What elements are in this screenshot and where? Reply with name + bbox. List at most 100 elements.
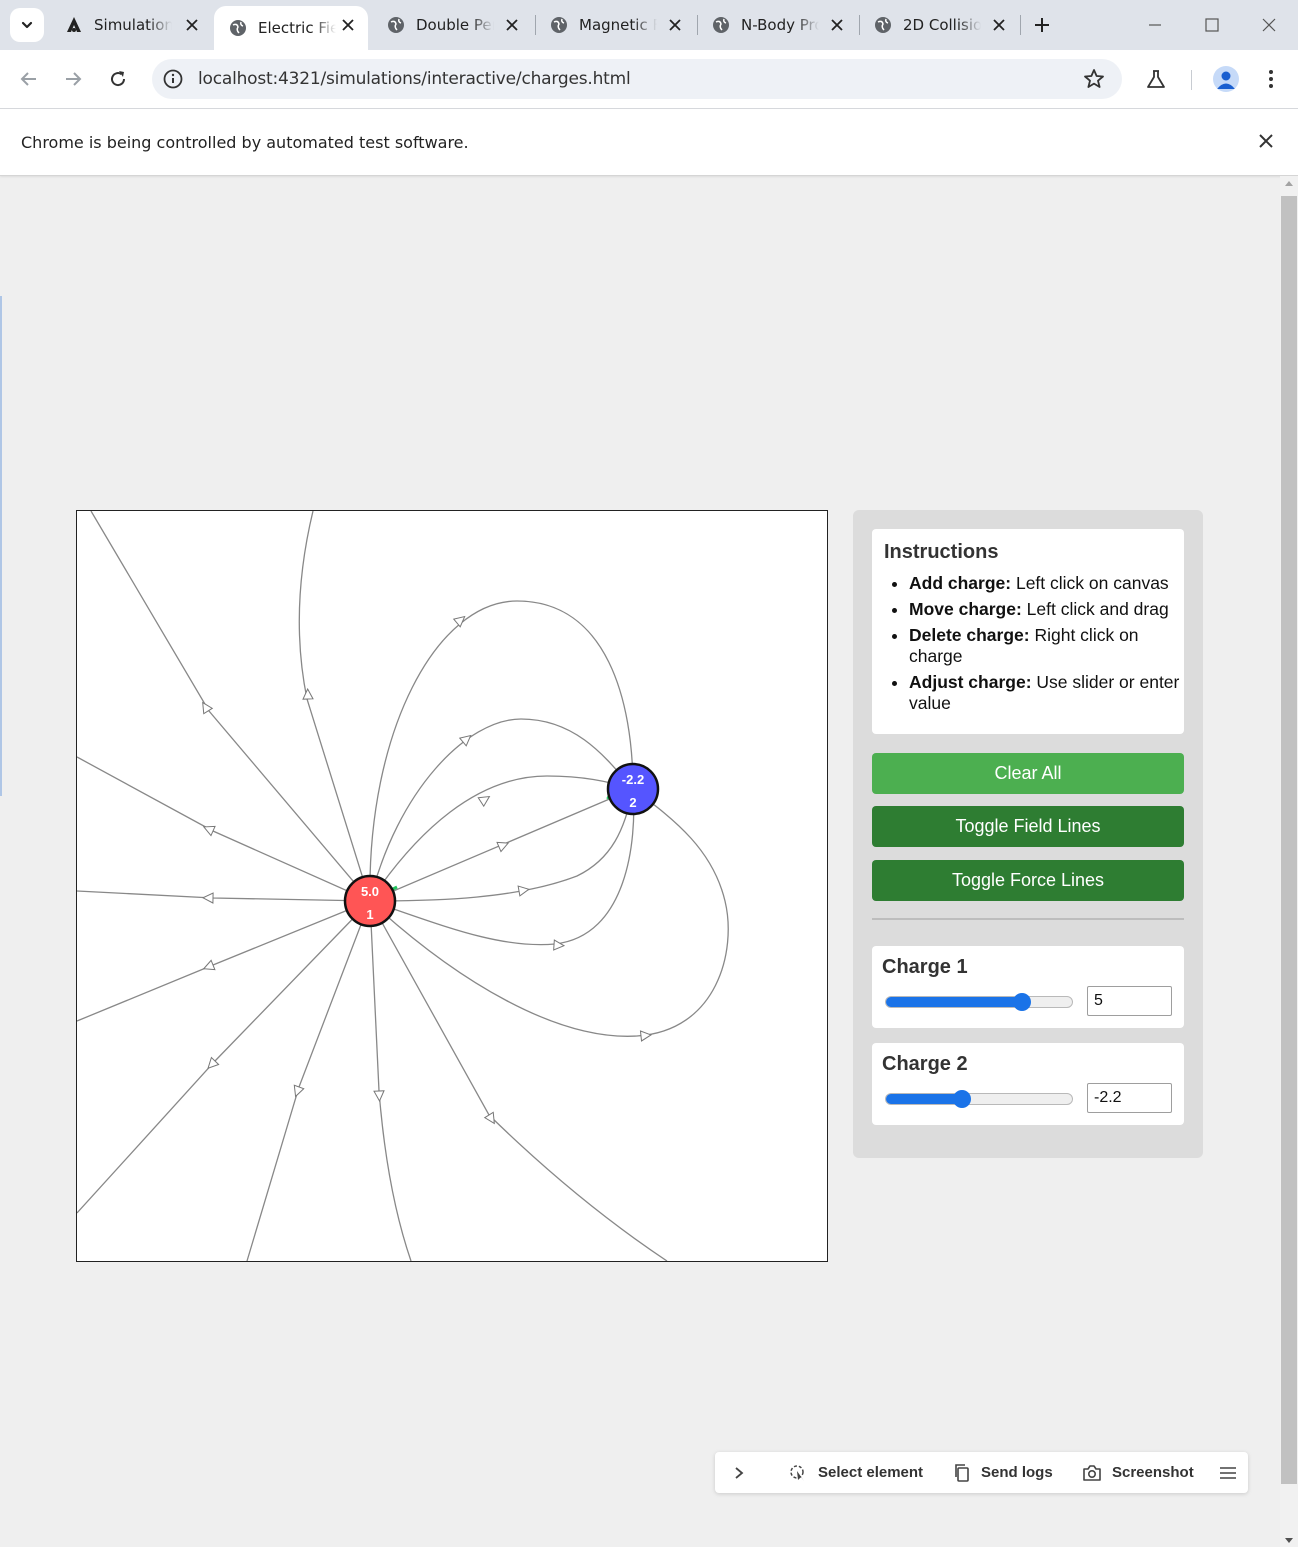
tab-separator: [1020, 15, 1021, 35]
close-tab-icon[interactable]: [827, 15, 847, 35]
tab-label: 2D Collisions: [903, 16, 981, 34]
charge-2-id: 2: [629, 795, 636, 810]
dev-menu-button[interactable]: [1219, 1452, 1247, 1493]
instruction-term: Move charge:: [909, 599, 1022, 619]
bookmark-star-icon[interactable]: [1082, 67, 1106, 91]
slider-thumb[interactable]: [953, 1090, 972, 1108]
close-tab-icon[interactable]: [665, 15, 685, 35]
close-tab-icon[interactable]: [338, 15, 358, 35]
field-arrows: [201, 615, 653, 1125]
tab-magnetic-field[interactable]: Magnetic Field: [535, 0, 695, 50]
toolbar-divider: [1191, 70, 1192, 90]
infobar-message: Chrome is being controlled by automated …: [21, 133, 469, 152]
new-tab-button[interactable]: [1030, 13, 1054, 37]
close-tab-icon[interactable]: [502, 15, 522, 35]
field-arrow: [517, 885, 530, 897]
tab-n-body-problem[interactable]: N-Body Problem: [697, 0, 857, 50]
dev-toolbar: Select element Send logs Screenshot: [715, 1452, 1248, 1493]
field-arrow: [639, 1030, 653, 1042]
field-arrow: [477, 795, 491, 808]
charge-2-control: Charge 2 -2.2: [872, 1043, 1184, 1125]
instruction-term: Add charge:: [909, 573, 1012, 593]
flask-icon: [1147, 70, 1165, 88]
instructions-list: Add charge: Left click on canvas Move ch…: [884, 573, 1189, 719]
charge-2-input[interactable]: -2.2: [1087, 1083, 1172, 1113]
tab-label: N-Body Problem: [741, 16, 819, 34]
labs-button[interactable]: [1144, 67, 1168, 91]
select-element-button[interactable]: Select element: [788, 1452, 923, 1493]
field-line: [246, 900, 371, 1261]
send-logs-button[interactable]: Send logs: [953, 1452, 1053, 1493]
instruction-item: Adjust charge: Use slider or enter value: [909, 672, 1189, 714]
screenshot-button[interactable]: Screenshot: [1082, 1452, 1194, 1493]
profile-avatar[interactable]: [1213, 66, 1239, 92]
charge-1[interactable]: 5.0 1: [343, 874, 397, 928]
scrollbar-thumb[interactable]: [1281, 196, 1297, 1484]
tab-label: Simulations: [94, 16, 172, 34]
field-lines-svg: 5.0 1 -2.2 2: [77, 511, 729, 1261]
field-line: [298, 511, 371, 902]
forward-button[interactable]: [61, 67, 85, 91]
charge-2-value: -2.2: [622, 772, 644, 787]
scroll-up-arrow-icon[interactable]: [1285, 181, 1293, 186]
field-line: [369, 718, 634, 902]
tab-label: Magnetic Field: [579, 16, 657, 34]
slider-thumb[interactable]: [1012, 993, 1031, 1011]
maximize-button[interactable]: [1200, 13, 1224, 37]
field-line: [369, 788, 729, 1037]
scroll-down-arrow-icon[interactable]: [1285, 1538, 1293, 1543]
tab-electric-field[interactable]: Electric Field: [214, 6, 368, 50]
globe-icon: [873, 15, 893, 35]
field-line: [369, 600, 634, 902]
charge-1-slider[interactable]: [885, 993, 1073, 1011]
close-tab-icon[interactable]: [182, 15, 202, 35]
minimize-button[interactable]: [1143, 13, 1167, 37]
maximize-icon: [1205, 18, 1219, 32]
globe-icon: [228, 18, 248, 38]
instruction-term: Delete charge:: [909, 625, 1030, 645]
charge-2[interactable]: -2.2 2: [606, 762, 660, 816]
automation-infobar: Chrome is being controlled by automated …: [0, 109, 1298, 176]
close-tab-icon[interactable]: [989, 15, 1009, 35]
close-window-button[interactable]: [1257, 13, 1281, 37]
arrow-right-icon: [66, 72, 82, 86]
url-text[interactable]: localhost:4321/simulations/interactive/c…: [198, 69, 631, 89]
browser-menu-button[interactable]: [1259, 67, 1283, 91]
charge-1-input[interactable]: 5: [1087, 986, 1172, 1016]
field-arrow: [302, 687, 314, 700]
toggle-force-lines-button[interactable]: Toggle Force Lines: [872, 860, 1184, 901]
info-icon[interactable]: [162, 68, 184, 90]
address-bar[interactable]: localhost:4321/simulations/interactive/c…: [152, 59, 1122, 99]
close-icon[interactable]: [1256, 131, 1276, 151]
back-button[interactable]: [17, 67, 41, 91]
field-arrow: [202, 825, 216, 837]
camera-icon: [1083, 1464, 1101, 1481]
tab-label: Double Pendulum: [416, 16, 494, 34]
tab-simulations[interactable]: Simulations: [50, 0, 212, 50]
field-arrow: [202, 959, 216, 971]
clear-all-button[interactable]: Clear All: [872, 753, 1184, 794]
minimize-icon: [1149, 24, 1161, 26]
simulation-canvas[interactable]: 5.0 1 -2.2 2: [76, 510, 828, 1262]
field-line: [369, 775, 634, 902]
expand-toolbar-button[interactable]: [733, 1452, 755, 1493]
tab-search-button[interactable]: [10, 8, 44, 42]
plus-icon: [1035, 18, 1049, 32]
copy-logs-icon: [955, 1463, 969, 1482]
select-element-label: Select element: [818, 1464, 924, 1481]
instruction-item: Move charge: Left click and drag: [909, 599, 1189, 620]
cursor-select-icon: [790, 1464, 804, 1481]
charge-1-title: Charge 1: [882, 956, 968, 978]
page-scrollbar[interactable]: [1280, 176, 1298, 1547]
tab-double-pendulum[interactable]: Double Pendulum: [372, 0, 532, 50]
field-line: [369, 788, 635, 946]
browser-toolbar: localhost:4321/simulations/interactive/c…: [0, 50, 1298, 109]
toggle-field-lines-button[interactable]: Toggle Field Lines: [872, 806, 1184, 847]
reload-button[interactable]: [106, 67, 130, 91]
globe-icon: [549, 15, 569, 35]
field-line: [77, 900, 371, 1022]
tab-2d-collisions[interactable]: 2D Collisions: [859, 0, 1019, 50]
field-line: [77, 890, 371, 902]
instruction-text: Left click on canvas: [1011, 573, 1169, 593]
charge-2-slider[interactable]: [885, 1090, 1073, 1108]
